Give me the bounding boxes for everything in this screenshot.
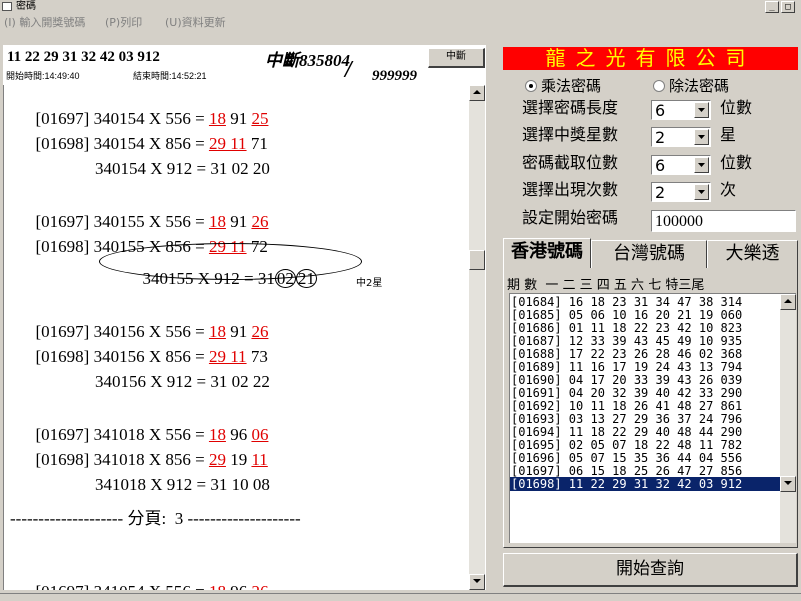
stars-select[interactable]: 2 xyxy=(651,127,711,147)
start-time: 開始時間:14:49:40 xyxy=(6,71,80,81)
status-bar xyxy=(0,593,801,601)
list-item[interactable]: [01695] 02 05 07 18 22 48 11 782 xyxy=(510,438,780,452)
list-item[interactable]: [01687] 12 33 39 43 45 49 10 935 xyxy=(510,334,780,348)
stars-unit: 星 xyxy=(720,125,737,144)
list-item[interactable]: [01684] 16 18 23 31 34 47 38 314 xyxy=(510,295,780,309)
result-line: [01697] 341054 X 556 = 18 96 26 xyxy=(10,562,269,590)
maximize-button[interactable]: □ xyxy=(781,1,795,13)
radio-multiply[interactable] xyxy=(525,80,537,92)
dropdown-arrow-icon xyxy=(698,135,705,139)
list-scroll-down-button[interactable] xyxy=(780,476,796,492)
list-item-selected[interactable]: [01698] 11 22 29 31 32 42 03 912 xyxy=(510,477,780,491)
list-item[interactable]: [01696] 05 07 15 35 36 44 04 556 xyxy=(510,451,780,465)
scroll-up-button[interactable] xyxy=(469,85,485,101)
result-line: 340154 X 912 = 31 02 20 xyxy=(35,159,270,178)
end-time: 結束時間:14:52:21 xyxy=(133,71,207,81)
cut-label: 密碼截取位數 xyxy=(522,153,619,172)
company-banner: 龍之光有限公司 xyxy=(503,47,798,70)
tab-hongkong[interactable]: 香港號碼 xyxy=(503,238,591,269)
length-label: 選擇密碼長度 xyxy=(522,98,619,117)
cut-select[interactable]: 6 xyxy=(651,155,711,175)
list-scrollbar[interactable] xyxy=(780,294,796,543)
total-count: 999999 xyxy=(372,68,417,84)
result-line: 340156 X 912 = 31 02 22 xyxy=(35,372,270,391)
interrupt-button[interactable]: 中斷 xyxy=(428,48,485,68)
slash-mark: / xyxy=(345,57,352,83)
radio-multiply-label: 乘法密碼 xyxy=(541,77,602,95)
tab-taiwan[interactable]: 台灣號碼 xyxy=(591,240,707,268)
page-break-line: -------------------- 分頁: 3 -------------… xyxy=(10,509,301,528)
stars-label: 選擇中獎星數 xyxy=(522,125,619,144)
header-area: 11 22 29 31 32 42 03 912 開始時間:14:49:40 結… xyxy=(3,45,486,85)
list-item[interactable]: [01690] 04 17 20 33 39 43 26 039 xyxy=(510,373,780,387)
results-text-area[interactable]: [01697] 340154 X 556 = 18 91 25 [01698] … xyxy=(4,85,467,590)
circled-number: 02 xyxy=(274,269,296,288)
results-panel: [01697] 340154 X 556 = 18 91 25 [01698] … xyxy=(3,85,486,590)
dropdown-arrow-icon xyxy=(698,108,705,112)
results-scrollbar[interactable] xyxy=(469,85,485,590)
times-unit: 次 xyxy=(720,180,737,199)
menu-print[interactable]: (P)列印 xyxy=(105,16,142,30)
list-item[interactable]: [01688] 17 22 23 26 28 46 02 368 xyxy=(510,347,780,361)
radio-divide[interactable] xyxy=(653,80,665,92)
times-label: 選擇出現次數 xyxy=(522,180,619,199)
up-arrow-icon xyxy=(473,90,481,94)
list-item[interactable]: [01697] 06 15 18 25 26 47 27 856 xyxy=(510,464,780,478)
length-unit: 位數 xyxy=(720,98,753,117)
dropdown-arrow-icon xyxy=(698,190,705,194)
start-password-input[interactable]: 100000 xyxy=(651,210,796,232)
menu-update-data[interactable]: (U)資料更新 xyxy=(165,16,226,30)
circled-result-line: 340155 X 912 = 31 02 21 xyxy=(142,269,317,288)
start-query-button[interactable]: 開始查詢 xyxy=(503,553,798,587)
result-line: 341018 X 912 = 31 10 08 xyxy=(35,475,270,494)
list-item[interactable]: [01693] 03 13 27 29 36 37 24 796 xyxy=(510,412,780,426)
start-password-label: 設定開始密碼 xyxy=(522,208,619,227)
minimize-button[interactable]: _ xyxy=(765,1,779,13)
match-label: 中2星 xyxy=(356,278,383,289)
tab-lotto[interactable]: 大樂透 xyxy=(707,240,798,268)
scroll-down-button[interactable] xyxy=(469,574,485,590)
down-arrow-icon xyxy=(473,579,481,583)
list-item[interactable]: [01686] 01 11 18 22 23 42 10 823 xyxy=(510,321,780,335)
menu-input-numbers[interactable]: (I) 輸入開獎號碼 xyxy=(4,16,85,30)
scroll-thumb[interactable] xyxy=(469,250,485,270)
title-bar: 密碼 _ □ xyxy=(0,0,801,14)
times-select[interactable]: 2 xyxy=(651,182,711,202)
list-item[interactable]: [01689] 11 16 17 19 24 43 13 794 xyxy=(510,360,780,374)
list-item[interactable]: [01685] 05 06 10 16 20 21 19 060 xyxy=(510,308,780,322)
app-icon xyxy=(2,2,12,11)
cut-unit: 位數 xyxy=(720,153,753,172)
interrupt-position: 中斷835804 xyxy=(265,51,350,70)
list-item[interactable]: [01691] 04 20 32 39 40 42 33 290 xyxy=(510,386,780,400)
dropdown-arrow-icon xyxy=(698,163,705,167)
draw-column-headers: 期 數 一 二 三 四 五 六 七 特三尾 xyxy=(507,278,705,293)
radio-divide-label: 除法密碼 xyxy=(669,77,730,95)
circled-number: 21 xyxy=(295,269,317,288)
down-arrow-icon xyxy=(784,481,792,485)
window-title: 密碼 xyxy=(16,1,36,12)
menu-bar: (I) 輸入開獎號碼 (P)列印 (U)資料更新 xyxy=(0,14,801,32)
list-scroll-up-button[interactable] xyxy=(780,294,796,310)
list-item[interactable]: [01692] 10 11 18 26 41 48 27 861 xyxy=(510,399,780,413)
current-draw-numbers: 11 22 29 31 32 42 03 912 xyxy=(7,49,160,65)
up-arrow-icon xyxy=(784,299,792,303)
length-select[interactable]: 6 xyxy=(651,100,711,120)
draw-history-list[interactable]: [01684] 16 18 23 31 34 47 38 314 [01685]… xyxy=(509,293,796,543)
list-item[interactable]: [01694] 11 18 22 29 40 48 44 290 xyxy=(510,425,780,439)
